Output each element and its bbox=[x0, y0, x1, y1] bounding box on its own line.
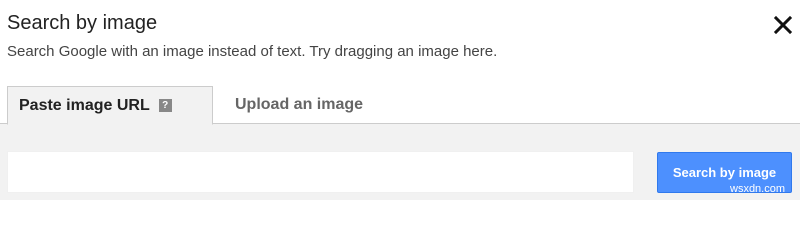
search-by-image-dialog: Search by image Search Google with an im… bbox=[0, 0, 800, 200]
tab-label: Upload an image bbox=[235, 96, 364, 113]
dialog-title: Search by image bbox=[7, 12, 158, 34]
image-url-input[interactable] bbox=[7, 151, 634, 193]
dialog-subtitle: Search Google with an image instead of t… bbox=[7, 43, 498, 60]
tab-upload-an-image[interactable]: Upload an image bbox=[235, 86, 405, 124]
tab-label: Paste image URL bbox=[19, 97, 150, 114]
close-icon[interactable] bbox=[772, 14, 794, 36]
tab-paste-image-url[interactable]: Paste image URL bbox=[7, 86, 213, 125]
watermark: wsxdn.com bbox=[730, 183, 786, 195]
help-icon[interactable] bbox=[158, 87, 172, 125]
